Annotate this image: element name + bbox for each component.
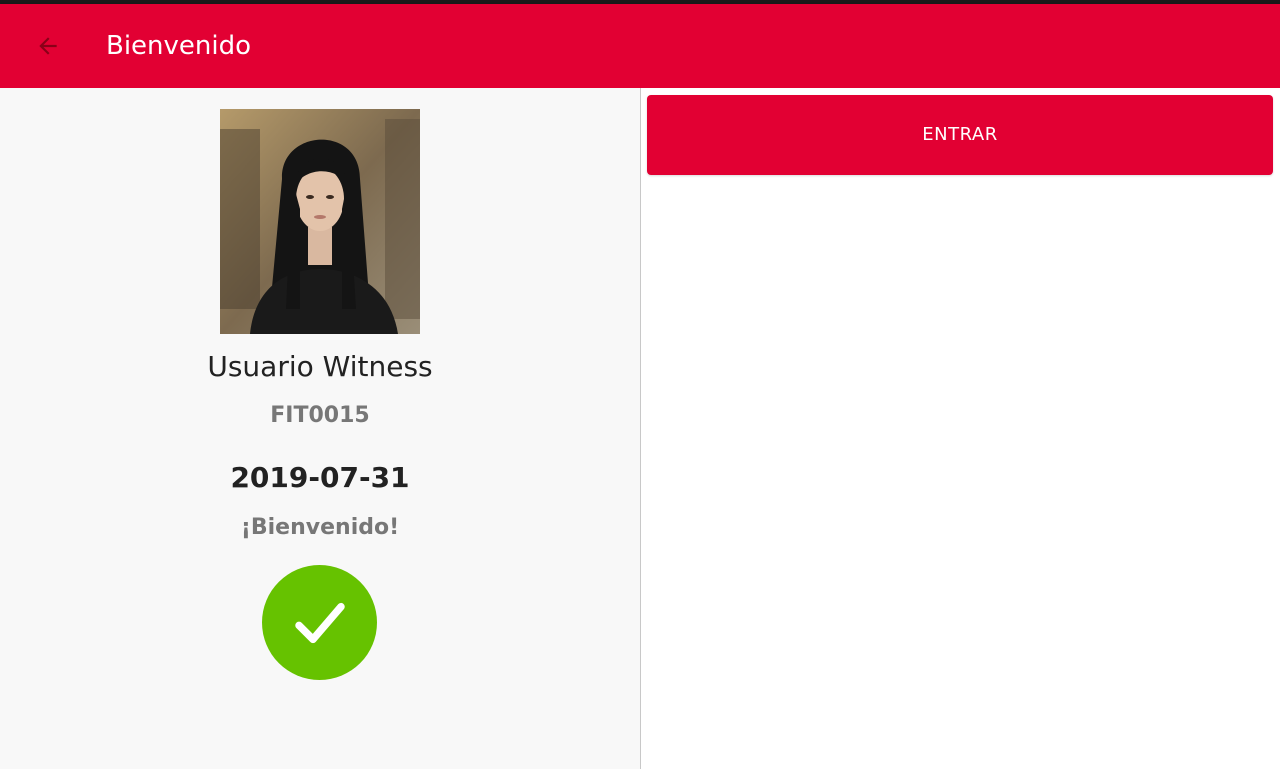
enter-button[interactable]: ENTRAR: [647, 95, 1273, 175]
user-name: Usuario Witness: [207, 350, 433, 383]
success-badge: [262, 565, 377, 680]
checkmark-icon: [294, 602, 345, 643]
back-button[interactable]: [24, 24, 72, 68]
app-bar: Bienvenido: [0, 4, 1280, 88]
date-label: 2019-07-31: [230, 461, 410, 494]
page-title: Bienvenido: [106, 31, 252, 61]
profile-panel: Usuario Witness FIT0015 2019-07-31 ¡Bien…: [0, 88, 641, 769]
welcome-message: ¡Bienvenido!: [240, 515, 400, 540]
actions-panel: ENTRAR: [641, 88, 1280, 769]
user-photo: [220, 109, 420, 334]
arrow-left-icon: [39, 37, 57, 55]
user-code: FIT0015: [270, 403, 370, 428]
